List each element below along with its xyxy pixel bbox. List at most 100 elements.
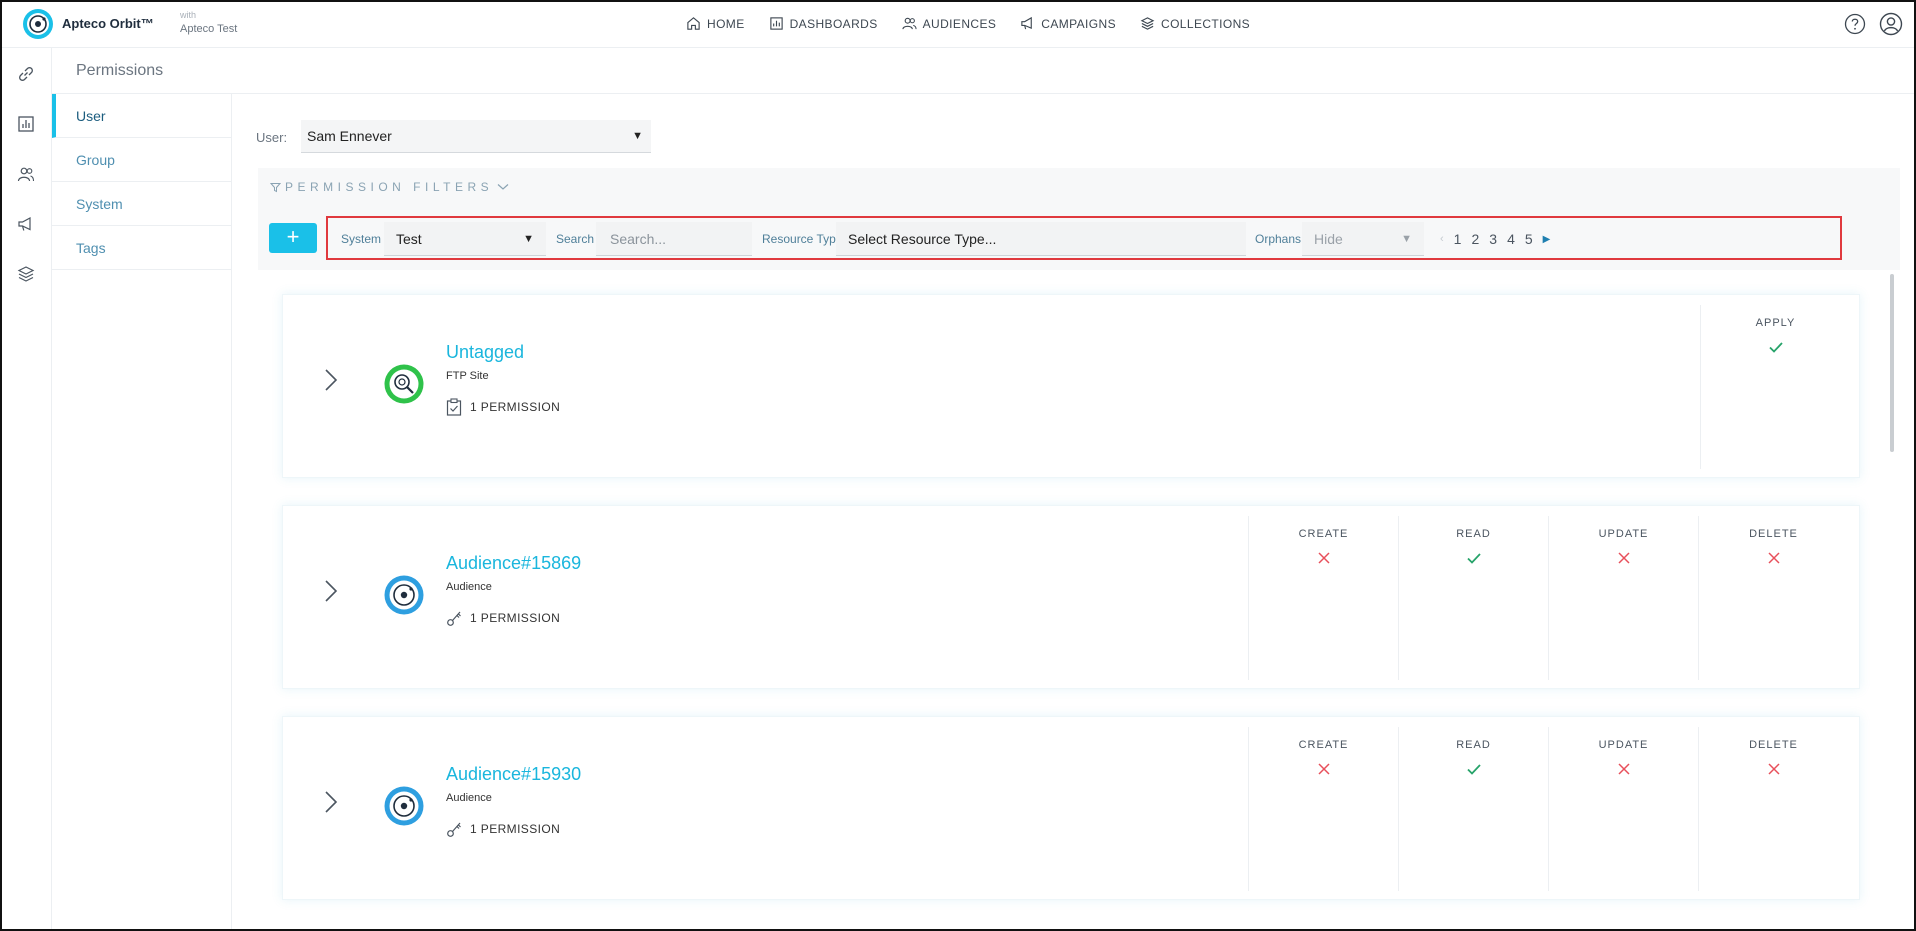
permission-card: Untagged FTP Site 1 PERMISSION APPLY xyxy=(282,294,1860,478)
key-icon xyxy=(447,611,461,626)
megaphone-icon[interactable] xyxy=(17,215,35,233)
caret-down-icon: ▼ xyxy=(1401,233,1412,245)
user-select[interactable]: Sam Ennever ▼ xyxy=(301,120,651,153)
permission-column-read: READ xyxy=(1398,516,1548,680)
permission-card: Audience#15869 Audience 1 PERMISSION CRE… xyxy=(282,505,1860,689)
resource-type-value: Select Resource Type... xyxy=(848,231,997,247)
system-filter-value: Test xyxy=(396,231,422,247)
page-3[interactable]: 3 xyxy=(1489,231,1497,247)
resource-name[interactable]: Audience#15930 xyxy=(446,764,581,785)
permission-column-header: APPLY xyxy=(1755,317,1796,329)
page-5[interactable]: 5 xyxy=(1525,231,1533,247)
nav-collections-label: COLLECTIONS xyxy=(1161,16,1251,31)
permission-toggle[interactable] xyxy=(1699,550,1848,566)
permission-column-read: READ xyxy=(1398,727,1548,891)
system-filter-label: System xyxy=(341,232,382,246)
cross-icon xyxy=(1767,552,1780,564)
pagination: ‹ 1 2 3 4 5 ▶ xyxy=(1440,231,1550,247)
add-permission-button[interactable]: + xyxy=(269,223,317,253)
permission-count-label: 1 PERMISSION xyxy=(470,611,561,625)
subnav-group[interactable]: Group xyxy=(52,138,232,182)
permission-column-delete: DELETE xyxy=(1698,516,1848,680)
page-title: Permissions xyxy=(76,62,164,79)
brand-name: Apteco Orbit™ xyxy=(62,16,154,31)
page-4[interactable]: 4 xyxy=(1507,231,1515,247)
permission-column-header: DELETE xyxy=(1749,528,1798,540)
system-filter-select[interactable]: Test ▼ xyxy=(384,222,546,256)
ftp-site-icon xyxy=(384,364,424,404)
permission-toggle[interactable] xyxy=(1249,761,1398,777)
resource-name[interactable]: Untagged xyxy=(446,342,524,363)
permission-toggle[interactable] xyxy=(1549,761,1698,777)
check-icon xyxy=(1466,764,1481,775)
resource-type-select[interactable]: Select Resource Type... xyxy=(836,222,1246,256)
people-icon[interactable] xyxy=(17,165,35,183)
audiences-icon xyxy=(902,17,917,30)
previous-page-icon[interactable]: ‹ xyxy=(1440,233,1444,245)
cross-icon xyxy=(1617,763,1630,775)
nav-audiences[interactable]: AUDIENCES xyxy=(902,16,997,31)
caret-down-icon: ▼ xyxy=(632,130,643,142)
nav-campaigns[interactable]: CAMPAIGNS xyxy=(1020,16,1116,31)
permission-count-label: 1 PERMISSION xyxy=(470,400,561,414)
top-nav: Apteco Orbit™ with Apteco Test HOME DASH… xyxy=(2,2,1914,48)
audience-icon xyxy=(384,786,424,826)
search-input[interactable] xyxy=(596,222,752,256)
permission-column-update: UPDATE xyxy=(1548,727,1698,891)
layers-icon[interactable] xyxy=(17,265,35,283)
filter-icon xyxy=(270,182,281,192)
nav-audiences-label: AUDIENCES xyxy=(922,16,997,31)
key-icon xyxy=(447,822,461,837)
expand-chevron-icon[interactable] xyxy=(321,787,341,817)
permission-column-header: UPDATE xyxy=(1598,739,1649,751)
nav-collections[interactable]: COLLECTIONS xyxy=(1140,16,1250,31)
expand-chevron-icon[interactable] xyxy=(321,576,341,606)
left-icon-rail xyxy=(2,48,52,929)
help-icon[interactable] xyxy=(1844,13,1866,35)
permission-filters-panel: PERMISSION FILTERS + System Test ▼ Searc… xyxy=(258,168,1900,270)
permission-column-create: CREATE xyxy=(1248,727,1398,891)
permission-card: Audience#15930 Audience 1 PERMISSION CRE… xyxy=(282,716,1860,900)
dashboards-icon xyxy=(769,17,783,30)
nav-home[interactable]: HOME xyxy=(686,16,745,31)
permission-toggle[interactable] xyxy=(1399,761,1548,777)
cross-icon xyxy=(1317,763,1330,775)
app-window: Apteco Orbit™ with Apteco Test HOME DASH… xyxy=(0,0,1916,931)
search-filter-label: Search xyxy=(556,232,595,246)
subnav-tags[interactable]: Tags xyxy=(52,226,232,270)
home-icon xyxy=(687,17,700,30)
permission-count: 1 PERMISSION xyxy=(446,820,560,838)
expand-chevron-icon[interactable] xyxy=(321,365,341,395)
apteco-logo-icon[interactable] xyxy=(22,8,54,40)
user-account-icon[interactable] xyxy=(1879,12,1903,36)
permission-filters-title: PERMISSION FILTERS xyxy=(285,180,494,194)
permission-column-header: DELETE xyxy=(1749,739,1798,751)
permission-toggle[interactable] xyxy=(1549,550,1698,566)
resource-name[interactable]: Audience#15869 xyxy=(446,553,581,574)
main-menu: HOME DASHBOARDS AUDIENCES CAMPAIGNS COLL… xyxy=(686,16,1250,31)
permission-column-header: UPDATE xyxy=(1598,528,1649,540)
permission-column-header: READ xyxy=(1456,739,1491,751)
chart-icon[interactable] xyxy=(17,115,35,133)
permission-toggle[interactable] xyxy=(1399,550,1548,566)
user-select-value: Sam Ennever xyxy=(307,128,392,144)
orphans-select[interactable]: Hide ▼ xyxy=(1302,222,1424,256)
chevron-down-icon xyxy=(497,184,509,190)
page-1[interactable]: 1 xyxy=(1454,231,1462,247)
cross-icon xyxy=(1617,552,1630,564)
permission-count-label: 1 PERMISSION xyxy=(470,822,561,836)
subnav-system[interactable]: System xyxy=(52,182,232,226)
link-icon[interactable] xyxy=(17,65,35,83)
permission-toggle[interactable] xyxy=(1249,550,1398,566)
nav-dashboards[interactable]: DASHBOARDS xyxy=(769,16,878,31)
permission-column-apply: APPLY xyxy=(1700,305,1850,469)
next-page-icon[interactable]: ▶ xyxy=(1543,234,1551,245)
permission-filters-toggle[interactable]: PERMISSION FILTERS xyxy=(270,180,509,194)
page-2[interactable]: 2 xyxy=(1471,231,1479,247)
permission-toggle[interactable] xyxy=(1701,339,1850,355)
results-scrollbar-thumb[interactable] xyxy=(1890,274,1894,452)
audience-icon xyxy=(384,575,424,615)
subnav-user[interactable]: User xyxy=(52,94,232,138)
permission-toggle[interactable] xyxy=(1699,761,1848,777)
clipboard-check-icon xyxy=(446,398,462,416)
